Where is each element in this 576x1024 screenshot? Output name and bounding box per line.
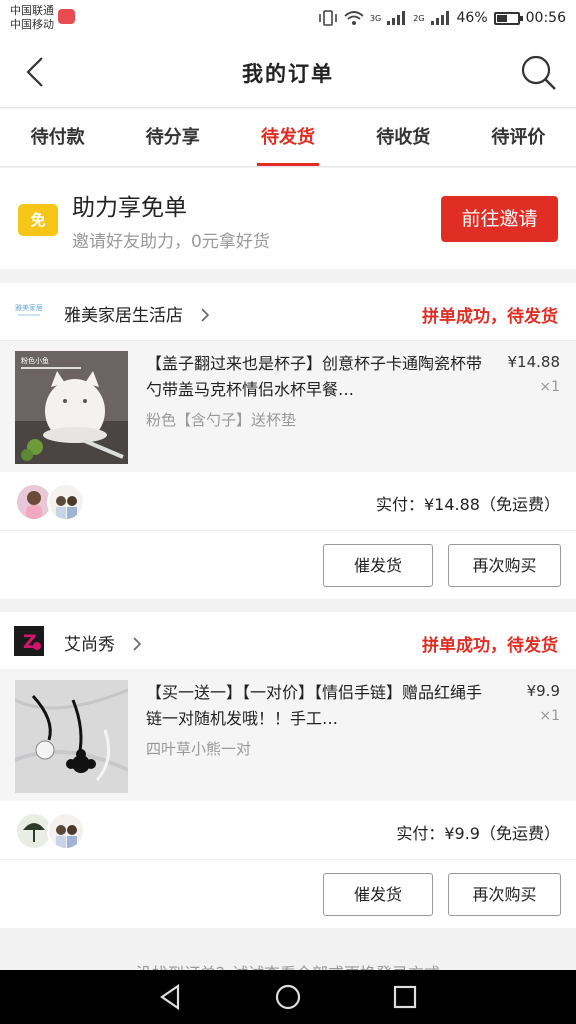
free-coupon-icon: 免 bbox=[18, 204, 58, 236]
search-icon bbox=[521, 55, 556, 90]
avatar bbox=[47, 812, 85, 850]
search-button[interactable] bbox=[518, 52, 558, 92]
payment-row: 实付：¥9.9（免运费） bbox=[0, 801, 576, 860]
signal-1-icon bbox=[387, 11, 407, 25]
tab-pending-payment[interactable]: 待付款 bbox=[0, 109, 115, 166]
product-spec: 四叶草小熊一对 bbox=[146, 740, 252, 758]
avatar bbox=[47, 483, 85, 521]
shop-logo-text: Z bbox=[23, 631, 37, 653]
shop-name: 艾尚秀 bbox=[64, 630, 144, 655]
remind-shipment-button[interactable]: 催发货 bbox=[323, 873, 433, 916]
shop-row[interactable]: 雅美家居 雅美家居生活店 拼单成功，待发货 bbox=[0, 283, 576, 341]
status-indicators: 3G 2G 46% 00:56 bbox=[318, 8, 566, 28]
invite-button[interactable]: 前往邀请 bbox=[441, 196, 558, 242]
order-status-tabs: 待付款 待分享 待发货 待收货 待评价 bbox=[0, 109, 576, 167]
network-2g-label: 2G bbox=[413, 13, 425, 23]
product-price: ¥9.9 bbox=[526, 682, 560, 700]
order-status: 拼单成功，待发货 bbox=[422, 636, 558, 656]
triangle-back-icon bbox=[160, 983, 180, 1011]
vibrate-icon bbox=[319, 10, 337, 26]
carrier-1: 中国联通 bbox=[10, 4, 54, 17]
product-row[interactable]: 【买一送一】【一对价】【情侣手链】赠品红绳手链一对随机发哦！！手工… 四叶草小熊… bbox=[0, 670, 576, 801]
nav-back-button[interactable] bbox=[156, 982, 186, 1012]
product-title: 【盖子翻过来也是杯子】创意杯子卡通陶瓷杯带勺带盖马克杯情侣水杯早餐… bbox=[146, 354, 483, 399]
order-card: 雅美家居 雅美家居生活店 拼单成功，待发货 粉色小鱼 【盖子翻过来也是杯子】创意… bbox=[0, 283, 576, 599]
free-order-promo: 免 助力享免单 邀请好友助力，0元拿好货 前往邀请 bbox=[0, 168, 576, 269]
paid-amount: 实付：¥9.9（免运费） bbox=[396, 824, 560, 843]
shop-name-text: 艾尚秀 bbox=[64, 635, 115, 655]
signal-2-icon bbox=[430, 11, 451, 25]
shop-name-text: 雅美家居生活店 bbox=[64, 306, 183, 326]
shop-name: 雅美家居生活店 bbox=[64, 301, 212, 326]
product-price: ¥14.88 bbox=[507, 353, 561, 371]
buy-again-button[interactable]: 再次购买 bbox=[448, 544, 561, 587]
group-avatars bbox=[15, 483, 87, 521]
battery-percent: 46% bbox=[456, 10, 488, 26]
nav-recents-button[interactable] bbox=[390, 982, 420, 1012]
carrier-info: 中国联通 中国移动 bbox=[10, 4, 54, 32]
order-actions: 催发货 再次购买 bbox=[0, 860, 576, 928]
system-nav-bar bbox=[0, 970, 576, 1024]
chevron-right-icon bbox=[201, 308, 210, 322]
battery-icon bbox=[493, 11, 523, 25]
paid-amount: 实付：¥14.88（免运费） bbox=[376, 495, 560, 514]
chevron-right-icon bbox=[133, 637, 142, 651]
shop-logo: Z bbox=[14, 626, 44, 656]
buy-again-button[interactable]: 再次购买 bbox=[448, 873, 561, 916]
app-header: 我的订单 bbox=[0, 36, 576, 108]
product-title: 【买一送一】【一对价】【情侣手链】赠品红绳手链一对随机发哦！！手工… bbox=[146, 683, 483, 728]
square-recents-icon bbox=[393, 985, 417, 1009]
tab-pending-share[interactable]: 待分享 bbox=[115, 109, 230, 166]
payment-row: 实付：¥14.88（免运费） bbox=[0, 472, 576, 531]
shop-row[interactable]: Z 艾尚秀 拼单成功，待发货 bbox=[0, 612, 576, 670]
shop-logo-text: 雅美家居 bbox=[15, 303, 43, 312]
promo-subtitle: 邀请好友助力，0元拿好货 bbox=[72, 232, 270, 252]
nav-home-button[interactable] bbox=[273, 982, 303, 1012]
product-quantity: ×1 bbox=[539, 708, 560, 724]
carrier-2: 中国移动 bbox=[10, 18, 54, 31]
group-avatars bbox=[15, 812, 87, 850]
network-3g-label: 3G bbox=[369, 13, 382, 23]
product-image-caption: 粉色小鱼 bbox=[21, 356, 49, 365]
product-image bbox=[15, 680, 128, 793]
clock: 00:56 bbox=[525, 10, 566, 26]
order-status: 拼单成功，待发货 bbox=[422, 307, 558, 327]
wifi-icon bbox=[344, 11, 364, 25]
product-row[interactable]: 粉色小鱼 【盖子翻过来也是杯子】创意杯子卡通陶瓷杯带勺带盖马克杯情侣水杯早餐… … bbox=[0, 341, 576, 472]
promo-title: 助力享免单 bbox=[72, 195, 187, 221]
tab-pending-review[interactable]: 待评价 bbox=[461, 109, 576, 166]
page-title: 我的订单 bbox=[242, 62, 334, 86]
order-card: Z 艾尚秀 拼单成功，待发货 【买一送一】【一对价】【情侣手链】赠品红绳手链一对… bbox=[0, 612, 576, 928]
app-notification-icon bbox=[58, 9, 75, 24]
circle-home-icon bbox=[275, 984, 301, 1010]
shop-logo: 雅美家居 bbox=[14, 297, 44, 327]
product-image: 粉色小鱼 bbox=[15, 351, 128, 464]
order-actions: 催发货 再次购买 bbox=[0, 531, 576, 599]
tab-pending-shipment[interactable]: 待发货 bbox=[230, 109, 345, 166]
product-spec: 粉色【含勺子】送杯垫 bbox=[146, 411, 297, 429]
tab-pending-receipt[interactable]: 待收货 bbox=[346, 109, 461, 166]
product-quantity: ×1 bbox=[539, 379, 560, 395]
remind-shipment-button[interactable]: 催发货 bbox=[323, 544, 433, 587]
status-bar: 中国联通 中国移动 3G 2G 46% 00:56 bbox=[0, 0, 576, 36]
